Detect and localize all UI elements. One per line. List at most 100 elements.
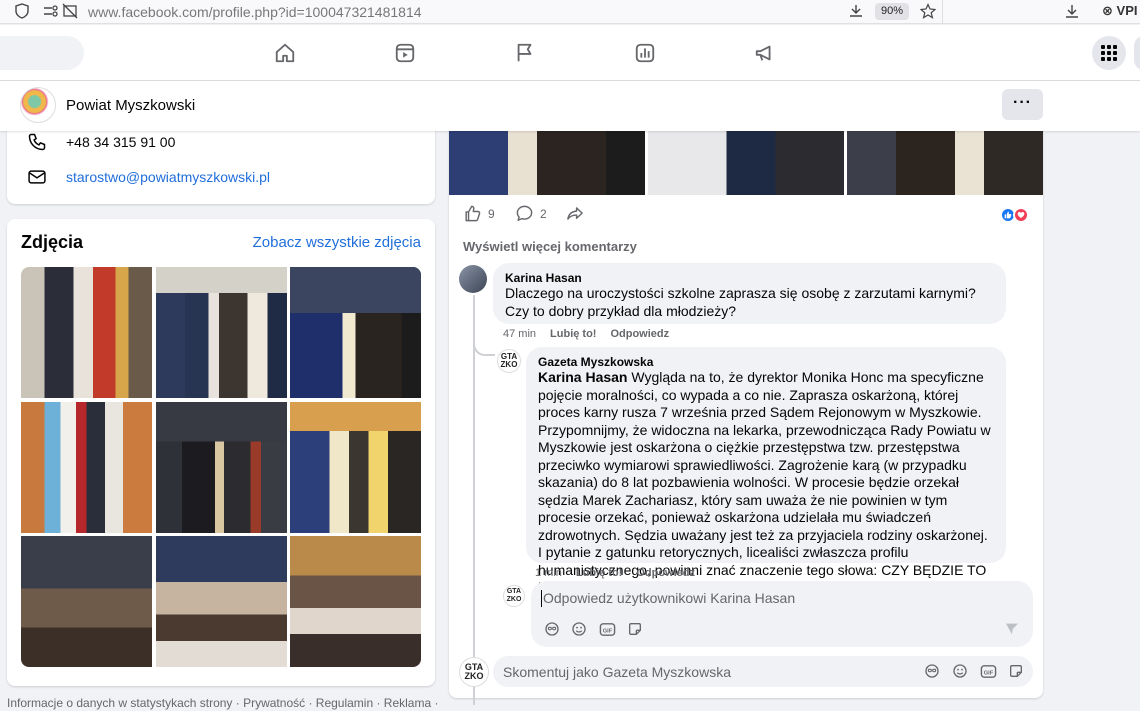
phone-icon (28, 133, 46, 151)
post-photo[interactable] (449, 120, 645, 195)
emoji-icon[interactable] (951, 662, 969, 680)
comment-author[interactable]: Karina Hasan (505, 271, 994, 285)
comment-input[interactable]: Skomentuj jako Gazeta Myszkowska GIF (493, 656, 1033, 687)
menu-grid-button[interactable] (1092, 36, 1126, 70)
gif-icon[interactable]: GIF (598, 620, 616, 638)
photo-thumbnail[interactable] (155, 536, 287, 667)
post-photo[interactable] (847, 120, 1043, 195)
sticker-icon[interactable] (1007, 662, 1025, 680)
avatar-sticker-icon[interactable] (543, 620, 561, 638)
like-action[interactable]: 9 (463, 204, 495, 223)
reply-input-avatar[interactable]: GTA ZKO (503, 585, 525, 607)
comment-text: Dlaczego na uroczystości szkolne zaprasz… (505, 285, 976, 319)
vpn-button[interactable]: ⊗ VPI (1102, 3, 1138, 19)
svg-text:GIF: GIF (983, 670, 993, 676)
page-name[interactable]: Powiat Myszkowski (66, 97, 195, 114)
comment-bubble-icon (516, 205, 533, 221)
sticker-icon[interactable] (626, 620, 644, 638)
blocked-icon[interactable] (62, 3, 78, 22)
save-page-icon[interactable] (848, 3, 864, 22)
send-icon[interactable] (1003, 620, 1021, 638)
page-header: Powiat Myszkowski ··· (0, 81, 1140, 131)
share-arrow-icon (567, 207, 583, 220)
comment-like-button[interactable]: Lubię to! (550, 328, 596, 340)
downloads-icon[interactable] (1064, 3, 1080, 22)
url-bar-edge (942, 0, 943, 24)
thumbs-up-icon (465, 205, 481, 222)
phone-number: +48 34 315 91 00 (66, 134, 176, 150)
reply-author-avatar[interactable]: GTA ZKO (497, 349, 521, 373)
photo-thumbnail[interactable] (290, 536, 421, 667)
home-icon[interactable] (271, 39, 299, 67)
permissions-icon[interactable] (42, 3, 60, 22)
like-count: 9 (488, 206, 495, 221)
comment-time[interactable]: 47 min (503, 328, 536, 340)
photo-thumbnail[interactable] (21, 401, 152, 533)
phone-row: +48 34 315 91 00 (27, 132, 175, 152)
photo-grid (21, 267, 421, 667)
reply-input[interactable]: Odpowiedz użytkownikowi Karina Hasan GIF (531, 581, 1033, 647)
post-photo-strip (449, 120, 1043, 195)
reply-bubble: Gazeta Myszkowska Karina Hasan Wygląda n… (526, 347, 1006, 595)
reply-body: Wygląda na to, że dyrektor Monika Honc m… (538, 369, 991, 595)
share-action[interactable] (565, 204, 585, 223)
comment-input-placeholder: Skomentuj jako Gazeta Myszkowska (503, 664, 731, 680)
post-photo[interactable] (648, 120, 844, 195)
comment-action[interactable]: 2 (515, 204, 547, 223)
view-more-comments-link[interactable]: Wyświetl więcej komentarzy (463, 239, 637, 254)
comment-input-avatar[interactable]: GTA ZKO (459, 657, 489, 687)
reply-meta: 1 min Lubię to! Odpowiedz (535, 567, 695, 579)
comment-count: 2 (540, 206, 547, 221)
vpn-off-icon: ⊗ (1102, 3, 1113, 18)
photo-thumbnail[interactable] (21, 536, 152, 667)
reply-time[interactable]: 1 min (535, 567, 562, 579)
reply-author[interactable]: Gazeta Myszkowska (538, 355, 994, 369)
comment-reply-button[interactable]: Odpowiedz (610, 328, 669, 340)
shield-icon[interactable] (14, 3, 30, 22)
photo-thumbnail[interactable] (155, 401, 287, 533)
avatar-text: GTA ZKO (464, 662, 484, 681)
bookmark-star-icon[interactable] (919, 3, 937, 22)
contact-info-card: +48 34 315 91 00 starostwo@powiatmyszkow… (7, 120, 435, 204)
email-icon (28, 170, 46, 184)
reply-input-placeholder: Odpowiedz użytkownikowi Karina Hasan (540, 590, 796, 607)
reply-text: Karina Hasan Wygląda na to, że dyrektor … (538, 369, 994, 597)
video-icon[interactable] (391, 39, 419, 67)
reactions-summary[interactable] (1000, 207, 1029, 223)
photo-thumbnail[interactable] (21, 267, 152, 398)
commenter-avatar[interactable] (459, 265, 487, 293)
reply-like-button[interactable]: Lubię to! (576, 567, 622, 579)
photo-thumbnail[interactable] (155, 267, 287, 398)
email-link[interactable]: starostwo@powiatmyszkowski.pl (66, 169, 270, 185)
vpn-label: VPI (1116, 3, 1138, 18)
mention-tag[interactable]: Karina Hasan (538, 369, 627, 385)
avatar-text: GTA ZKO (500, 352, 518, 369)
reply-reply-button[interactable]: Odpowiedz (636, 567, 695, 579)
messenger-button[interactable] (1134, 36, 1140, 70)
gif-icon[interactable]: GIF (979, 662, 997, 680)
flag-icon[interactable] (511, 39, 539, 67)
photos-title: Zdjęcia (21, 232, 84, 252)
reply-thread-line (473, 295, 499, 705)
facebook-top-nav (0, 25, 1140, 81)
reply-thread-curve (473, 330, 495, 356)
zoom-level[interactable]: 90% (875, 3, 909, 20)
comment-bubble: Karina Hasan Dlaczego na uroczystości sz… (493, 263, 1006, 324)
emoji-icon[interactable] (570, 620, 588, 638)
search-input[interactable] (0, 36, 84, 70)
megaphone-icon[interactable] (751, 39, 779, 67)
more-options-button[interactable]: ··· (1002, 89, 1043, 120)
svg-text:GIF: GIF (602, 628, 612, 634)
love-reaction-icon (1013, 207, 1029, 223)
url-bar[interactable]: www.facebook.com/profile.php?id=10004732… (88, 4, 422, 20)
insights-icon[interactable] (631, 39, 659, 67)
footer-links[interactable]: Informacje o danych w statystykach stron… (7, 696, 438, 710)
photo-thumbnail[interactable] (290, 401, 421, 533)
see-all-photos-link[interactable]: Zobacz wszystkie zdjęcia (253, 234, 421, 251)
email-row: starostwo@powiatmyszkowski.pl (27, 167, 270, 187)
photo-thumbnail[interactable] (290, 267, 421, 398)
comment-meta: 47 min Lubię to! Odpowiedz (503, 328, 669, 340)
page-avatar[interactable] (20, 87, 56, 123)
photos-card: Zdjęcia Zobacz wszystkie zdjęcia (7, 219, 435, 686)
avatar-sticker-icon[interactable] (923, 662, 941, 680)
